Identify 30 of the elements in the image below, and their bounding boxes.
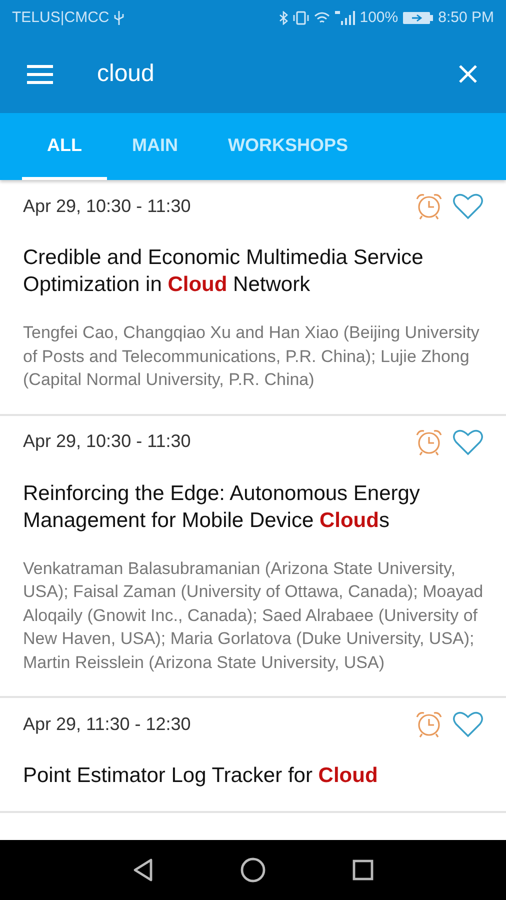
clock-time: 8:50 PM	[438, 9, 494, 26]
menu-icon[interactable]	[27, 64, 53, 84]
tab[interactable]: ALL	[22, 113, 107, 180]
tab[interactable]: WORKSHOPS	[203, 113, 374, 180]
alarm-clock-icon[interactable]	[414, 709, 444, 739]
session-title: Point Estimator Log Tracker for Cloud	[23, 763, 379, 789]
back-icon[interactable]	[132, 858, 154, 882]
bluetooth-icon	[278, 10, 288, 24]
home-icon[interactable]	[240, 857, 266, 883]
battery-percent: 100%	[360, 9, 398, 26]
heart-icon[interactable]	[452, 428, 484, 456]
tab[interactable]: MAIN	[107, 113, 203, 180]
recents-icon[interactable]	[352, 859, 374, 881]
vibrate-icon	[292, 10, 309, 24]
battery-icon	[403, 10, 434, 24]
session-time: Apr 29, 11:30 - 12:30	[23, 714, 192, 734]
heart-icon[interactable]	[452, 710, 484, 738]
session-authors: Venkatraman Balasubramanian (Arizona State University, USA); Faisal Zaman (University of Ottawa, Canada); Moayad Aloqaily (Gnowit Inc., Canada); Saed Alrabaee (University of New Haven, USA); Maria Gorlatova (Duke University, USA); Martin Reisslein (Arizona State University, USA)	[23, 558, 484, 674]
carrier-name: TELUS|CMCC	[12, 9, 110, 26]
session-time: Apr 29, 10:30 - 11:30	[23, 196, 192, 216]
close-icon[interactable]	[458, 64, 478, 84]
wifi-icon	[314, 11, 330, 24]
signal-icon	[334, 10, 355, 24]
usb-icon	[114, 10, 124, 24]
session-authors: Tengfei Cao, Changqiao Xu and Han Xiao (Beijing University of Posts and Telecommunications, P.R. China); Lujie Zhong (Capital Normal University, P.R. China)	[23, 322, 480, 391]
session-title: Reinforcing the Edge: Autonomous Energy Management for Mobile Device Clouds	[23, 480, 421, 534]
session-title: Credible and Economic Multimedia Service Optimization in Cloud Network	[23, 245, 424, 298]
session-time: Apr 29, 10:30 - 11:30	[23, 431, 192, 452]
alarm-clock-icon[interactable]	[414, 191, 444, 221]
heart-icon[interactable]	[452, 192, 484, 220]
